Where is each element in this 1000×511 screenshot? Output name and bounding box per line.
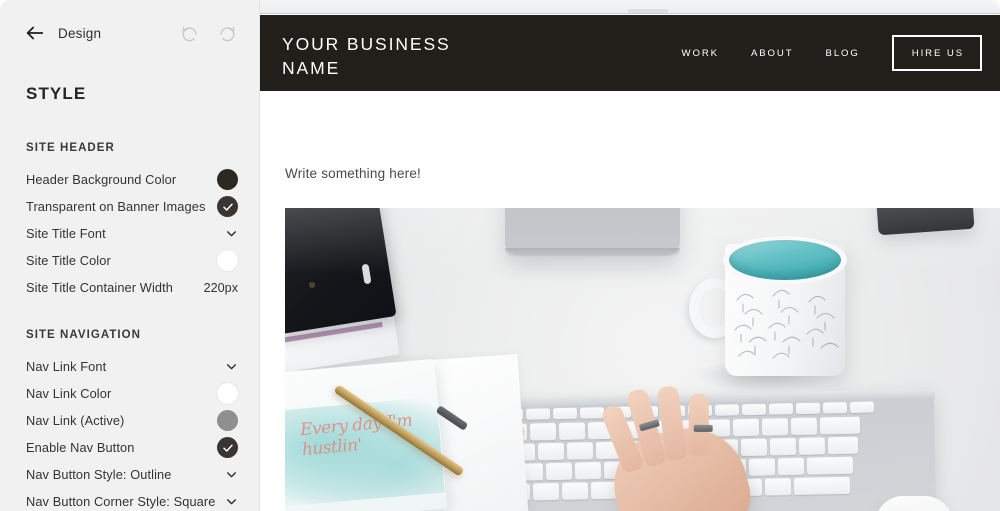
chevron-down-icon[interactable]: [225, 495, 238, 508]
arrow-left-icon: [26, 26, 44, 40]
row-label: Site Title Container Width: [26, 280, 173, 295]
site-title[interactable]: YOUR BUSINESS NAME: [282, 32, 497, 80]
row-enable-nav-button[interactable]: Enable Nav Button: [0, 434, 259, 461]
row-nav-link-color[interactable]: Nav Link Color: [0, 380, 259, 407]
chevron-down-icon[interactable]: [225, 468, 238, 481]
phone-camera-dot: [309, 282, 315, 288]
row-nav-link-font[interactable]: Nav Link Font: [0, 353, 259, 380]
row-label: Nav Button Corner Style: Square: [26, 494, 216, 509]
checkbox-checked[interactable]: [217, 437, 238, 458]
color-swatch-white-icon[interactable]: [217, 383, 238, 404]
row-header-background-color[interactable]: Header Background Color: [0, 166, 259, 193]
row-control[interactable]: [225, 468, 238, 481]
preview-handle[interactable]: [628, 9, 668, 13]
site-preview-pane: YOUR BUSINESS NAME WORK ABOUT BLOG HIRE …: [260, 0, 1000, 511]
nav-link-work[interactable]: WORK: [682, 48, 719, 59]
row-control[interactable]: [217, 169, 238, 190]
undo-icon[interactable]: [180, 24, 199, 43]
site-header-bar: YOUR BUSINESS NAME WORK ABOUT BLOG HIRE …: [260, 15, 1000, 91]
back-to-design-button[interactable]: Design: [24, 22, 101, 44]
nav-button-hire-us[interactable]: HIRE US: [891, 35, 982, 71]
color-swatch-white-icon[interactable]: [217, 250, 238, 271]
mug-pattern: [725, 280, 845, 376]
body-text-placeholder[interactable]: Write something here!: [285, 166, 421, 181]
back-label: Design: [58, 25, 102, 41]
row-transparent-on-banner-images[interactable]: Transparent on Banner Images: [0, 193, 259, 220]
row-control[interactable]: [217, 410, 238, 431]
color-swatch-dark-icon[interactable]: [217, 169, 238, 190]
row-label: Site Title Color: [26, 253, 111, 268]
row-label: Enable Nav Button: [26, 440, 135, 455]
row-site-title-color[interactable]: Site Title Color: [0, 247, 259, 274]
nav-link-about[interactable]: ABOUT: [751, 48, 794, 59]
color-swatch-gray-icon[interactable]: [217, 410, 238, 431]
site-navigation: WORK ABOUT BLOG HIRE US: [682, 15, 982, 91]
sidebar-toolbar: Design: [0, 0, 259, 70]
preview-browser-chrome: [260, 0, 1000, 14]
row-control[interactable]: [217, 250, 238, 271]
container-width-value: 220px: [203, 280, 238, 295]
row-nav-link-active[interactable]: Nav Link (Active): [0, 407, 259, 434]
row-control[interactable]: 220px: [204, 281, 238, 295]
history-controls: [180, 24, 237, 43]
banner-image[interactable]: Every day I'm hustlin': [285, 208, 1000, 511]
monitor-base-shadow: [505, 248, 680, 258]
mug-pattern-svg: [734, 289, 839, 359]
check-icon: [222, 444, 233, 452]
check-icon: [222, 203, 233, 211]
row-label: Site Title Font: [26, 226, 106, 241]
row-control[interactable]: [225, 360, 238, 373]
row-nav-button-corner-style[interactable]: Nav Button Corner Style: Square: [0, 488, 259, 511]
checkbox-checked[interactable]: [217, 196, 238, 217]
row-control[interactable]: [217, 437, 238, 458]
row-label: Nav Link Color: [26, 386, 112, 401]
row-control[interactable]: [225, 227, 238, 240]
row-label: Nav Button Style: Outline: [26, 467, 172, 482]
row-nav-button-style[interactable]: Nav Button Style: Outline: [0, 461, 259, 488]
row-label: Nav Link Font: [26, 359, 107, 374]
section-heading-site-navigation: SITE NAVIGATION: [26, 329, 141, 341]
row-label: Nav Link (Active): [26, 413, 125, 428]
mug-interior-teal: [729, 240, 841, 280]
row-site-title-container-width[interactable]: Site Title Container Width 220px: [0, 274, 259, 301]
row-label: Header Background Color: [26, 172, 177, 187]
phone-device: [285, 208, 397, 335]
row-control[interactable]: [217, 196, 238, 217]
redo-icon[interactable]: [218, 24, 237, 43]
design-editor-window: Design STYLE SITE HEADER Header Backgrou…: [0, 0, 1000, 511]
style-sidebar: Design STYLE SITE HEADER Header Backgrou…: [0, 0, 260, 511]
row-label: Transparent on Banner Images: [26, 199, 206, 214]
chevron-down-icon[interactable]: [225, 227, 238, 240]
row-control[interactable]: [217, 383, 238, 404]
row-site-title-font[interactable]: Site Title Font: [0, 220, 259, 247]
section-heading-site-header: SITE HEADER: [26, 142, 115, 154]
nav-link-blog[interactable]: BLOG: [826, 48, 860, 59]
row-control[interactable]: [225, 495, 238, 508]
page-title: STYLE: [26, 84, 87, 103]
chevron-down-icon[interactable]: [225, 360, 238, 373]
